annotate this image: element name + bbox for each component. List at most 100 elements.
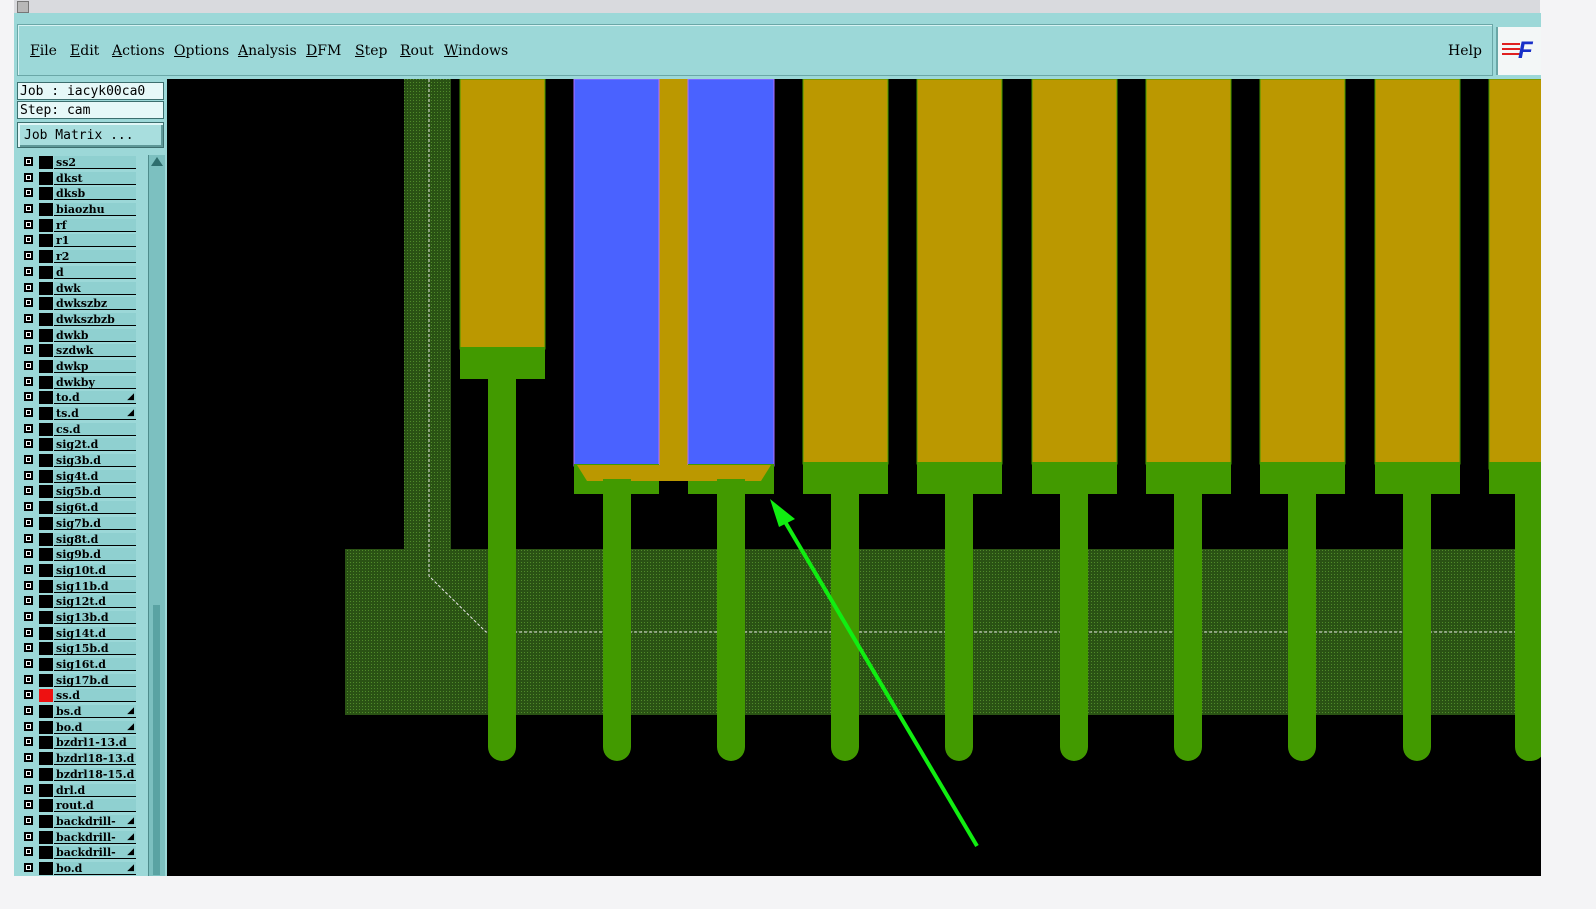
layer-color-swatch[interactable] <box>39 218 53 232</box>
layer-name[interactable]: szdwk <box>54 344 136 358</box>
layer-color-swatch[interactable] <box>39 814 53 828</box>
layer-color-swatch[interactable] <box>39 156 53 169</box>
layer-row[interactable]: sig2t.d <box>20 437 138 453</box>
layer-checkbox[interactable] <box>24 439 33 449</box>
layer-name[interactable]: sig12t.d <box>54 595 136 609</box>
layer-row[interactable]: dkst <box>20 171 138 187</box>
layer-color-swatch[interactable] <box>39 438 53 452</box>
layer-name[interactable]: sig15b.d <box>54 642 136 656</box>
layer-checkbox[interactable] <box>24 360 33 370</box>
layer-row[interactable]: ss.d <box>20 688 138 704</box>
layer-name[interactable]: sig3b.d <box>54 454 136 468</box>
layer-checkbox[interactable] <box>24 282 33 292</box>
layer-color-swatch[interactable] <box>39 407 53 420</box>
layer-checkbox[interactable] <box>24 815 33 825</box>
layer-color-swatch[interactable] <box>39 579 53 593</box>
layer-name[interactable]: biaozhu <box>54 203 136 217</box>
layer-row[interactable]: sig5b.d <box>20 484 138 500</box>
layer-checkbox[interactable] <box>24 721 33 731</box>
layer-name[interactable]: sig2t.d <box>54 438 136 452</box>
layer-checkbox[interactable] <box>24 533 33 543</box>
scrollbar-thumb[interactable] <box>153 605 160 875</box>
layer-row[interactable]: sig7b.d <box>20 516 138 532</box>
layer-row[interactable]: r1 <box>20 233 138 249</box>
layer-row[interactable]: sig4t.d <box>20 469 138 485</box>
layer-checkbox[interactable] <box>24 188 33 198</box>
layer-checkbox[interactable] <box>24 564 33 574</box>
layer-row[interactable]: rf <box>20 218 138 234</box>
layer-row[interactable]: bs.d ◢ <box>20 704 138 720</box>
layer-color-swatch[interactable] <box>39 767 53 781</box>
layer-color-swatch[interactable] <box>39 234 53 248</box>
layer-name[interactable]: sig8t.d <box>54 532 136 546</box>
layer-checkbox[interactable] <box>24 455 33 465</box>
layer-row[interactable]: to.d ◢ <box>20 390 138 406</box>
layer-name[interactable]: sig11b.d <box>54 579 136 593</box>
layer-checkbox[interactable] <box>24 376 33 386</box>
layer-checkbox[interactable] <box>24 800 33 810</box>
layer-row[interactable]: sig3b.d <box>20 453 138 469</box>
layer-color-swatch[interactable] <box>39 595 53 609</box>
layer-name[interactable]: ss2 <box>54 156 136 169</box>
layer-name[interactable]: dwkby <box>54 375 136 389</box>
layer-checkbox[interactable] <box>24 313 33 323</box>
layer-checkbox[interactable] <box>24 862 33 872</box>
layer-name[interactable]: sig16t.d <box>54 658 136 671</box>
layer-name[interactable]: to.d ◢ <box>54 391 136 405</box>
layer-name[interactable]: backdrill- ◢ <box>54 830 136 844</box>
scroll-up-arrow-icon[interactable] <box>151 157 163 166</box>
layer-row[interactable]: drl.d <box>20 783 138 799</box>
layer-checkbox[interactable] <box>24 847 33 857</box>
layer-checkbox[interactable] <box>24 549 33 559</box>
layer-checkbox[interactable] <box>24 659 33 668</box>
layer-checkbox[interactable] <box>24 423 33 433</box>
layer-row[interactable]: bo.d ◢ <box>20 720 138 736</box>
layer-checkbox[interactable] <box>24 235 33 245</box>
layer-color-swatch[interactable] <box>39 610 53 624</box>
layer-checkbox[interactable] <box>24 690 33 700</box>
layer-color-swatch[interactable] <box>39 563 53 577</box>
layer-color-swatch[interactable] <box>39 187 53 201</box>
layer-checkbox[interactable] <box>24 219 33 229</box>
menu-edit[interactable]: Edit <box>70 43 99 59</box>
layer-name[interactable]: bzdrl18-15.d <box>54 767 136 781</box>
layer-color-swatch[interactable] <box>39 391 53 405</box>
layer-row[interactable]: sig17b.d <box>20 673 138 689</box>
layer-checkbox[interactable] <box>24 596 33 606</box>
layer-row[interactable]: dwkszbzb <box>20 312 138 328</box>
layer-color-swatch[interactable] <box>39 281 53 295</box>
layer-name[interactable]: ss.d <box>54 689 136 703</box>
layer-name[interactable]: dwkszbzb <box>54 312 136 326</box>
layer-name[interactable]: bo.d ◢ <box>54 720 136 734</box>
layer-name[interactable]: rout.d <box>54 799 136 813</box>
layer-name[interactable]: r1 <box>54 234 136 248</box>
layer-checkbox[interactable] <box>24 408 33 417</box>
layer-row[interactable]: ts.d ◢ <box>20 406 138 422</box>
layer-row[interactable]: sig9b.d <box>20 547 138 563</box>
layer-color-swatch[interactable] <box>39 720 53 734</box>
menu-actions[interactable]: Actions <box>112 43 165 59</box>
layer-name[interactable]: bs.d ◢ <box>54 705 136 719</box>
layer-name[interactable]: backdrill- ◢ <box>54 814 136 828</box>
layer-row[interactable]: sig15b.d <box>20 641 138 657</box>
layer-row[interactable]: bzdrl18-15.d <box>20 767 138 783</box>
layer-row[interactable]: rout.d <box>20 798 138 814</box>
layer-row[interactable]: d <box>20 265 138 281</box>
layer-row[interactable]: r2 <box>20 249 138 265</box>
menu-windows[interactable]: Windows <box>444 43 508 59</box>
layer-checkbox[interactable] <box>24 392 33 402</box>
layer-name[interactable]: sig13b.d <box>54 610 136 624</box>
layer-name[interactable]: sig14t.d <box>54 626 136 640</box>
layer-color-swatch[interactable] <box>39 328 53 342</box>
layer-checkbox[interactable] <box>24 784 33 794</box>
layer-color-swatch[interactable] <box>39 689 53 703</box>
layer-checkbox[interactable] <box>24 204 33 214</box>
layer-checkbox[interactable] <box>24 329 33 339</box>
layer-name[interactable]: rf <box>54 218 136 232</box>
layer-color-swatch[interactable] <box>39 736 53 750</box>
layer-checkbox[interactable] <box>24 643 33 653</box>
layer-checkbox[interactable] <box>24 172 33 182</box>
layer-color-swatch[interactable] <box>39 501 53 515</box>
layer-color-swatch[interactable] <box>39 265 53 279</box>
layer-color-swatch[interactable] <box>39 783 53 797</box>
